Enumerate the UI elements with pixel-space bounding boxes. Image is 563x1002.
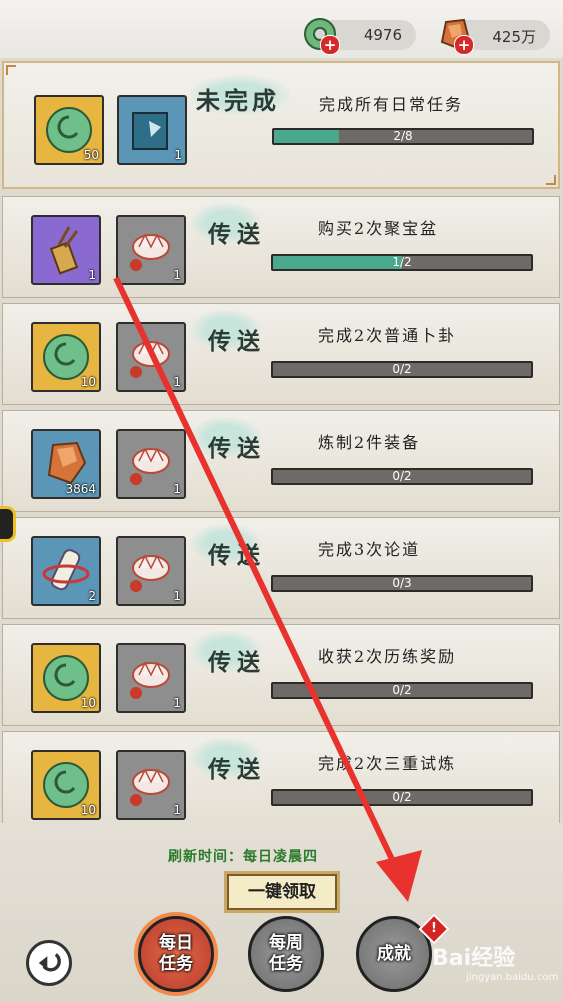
task-row: 10 1 传送 完成2次三重试炼 0/2 (2, 731, 560, 833)
reward-slot[interactable]: 10 (31, 750, 101, 820)
send-button[interactable]: 传送 (208, 643, 266, 677)
lotus-icon (130, 661, 170, 699)
task-row: 1 1 传送 购买2次聚宝盆 1/2 (2, 196, 560, 298)
reward-count: 1 (173, 375, 181, 389)
reward-slot[interactable]: 10 (31, 322, 101, 392)
refresh-time-label: 刷新时间：每日凌晨四 (168, 849, 318, 865)
reward-count: 1 (173, 589, 181, 603)
reward-count: 10 (80, 375, 96, 389)
task-row: 10 1 传送 完成2次普通卜卦 0/2 (2, 303, 560, 405)
reward-count: 1 (88, 268, 96, 282)
corner-ornament (546, 175, 556, 185)
reward-slot[interactable]: 1 (116, 322, 186, 392)
watermark: Bai经验 jingyan.baidu.com (432, 940, 560, 1000)
task-name: 炼制2件装备 (318, 433, 421, 452)
reward-count: 1 (173, 696, 181, 710)
book-scroll-icon (132, 112, 168, 150)
scroll-bottle-icon (42, 549, 90, 591)
jade-currency[interactable]: + 4976 (304, 18, 416, 55)
reward-slot[interactable]: 50 (34, 95, 104, 165)
badge-text: ! (431, 921, 437, 936)
task-row: 2 1 传送 完成3次论道 0/3 (2, 517, 560, 619)
back-button[interactable] (26, 940, 72, 986)
tab-weekly-tasks[interactable]: 每周 任务 (248, 916, 324, 992)
task-row: 10 1 传送 收获2次历练奖励 0/2 (2, 624, 560, 726)
progress-text: 0/2 (392, 469, 412, 483)
back-arrow-icon (38, 953, 61, 972)
lotus-icon (130, 340, 170, 378)
amber-currency[interactable]: + 425万 (440, 18, 550, 55)
summary-task-name: 完成所有日常任务 (319, 95, 464, 114)
reward-slot[interactable]: 1 (116, 429, 186, 499)
summary-progress-bar: 2/8 (272, 128, 534, 145)
send-button[interactable]: 传送 (208, 536, 266, 570)
send-button[interactable]: 传送 (208, 429, 266, 463)
reward-slot[interactable]: 1 (116, 536, 186, 606)
corner-ornament (6, 65, 16, 75)
reward-count: 1 (173, 803, 181, 817)
add-jade-button[interactable]: + (320, 35, 340, 55)
jade-amount: 4976 (363, 26, 402, 44)
tab-daily-label: 每日 任务 (159, 933, 193, 974)
reward-count: 1 (173, 482, 181, 496)
task-row: 3864 1 传送 炼制2件装备 0/2 (2, 410, 560, 512)
send-button[interactable]: 传送 (208, 322, 266, 356)
tab-achievement-label: 成就 (377, 943, 411, 964)
task-progress-bar: 0/2 (271, 789, 533, 806)
tab-daily-tasks[interactable]: 每日 任务 (138, 916, 214, 992)
reward-slot[interactable]: 1 (117, 95, 187, 165)
reward-slot[interactable]: 1 (116, 643, 186, 713)
progress-text: 0/3 (392, 576, 412, 590)
progress-text: 0/2 (392, 362, 412, 376)
task-name: 收获2次历练奖励 (318, 647, 457, 666)
amber-amount: 425万 (492, 28, 536, 46)
reward-slot[interactable]: 1 (116, 215, 186, 285)
daily-summary-card: 50 1 未完成 完成所有日常任务 2/8 (2, 61, 560, 189)
reward-count: 10 (80, 696, 96, 710)
task-name: 完成2次普通卜卦 (318, 326, 457, 345)
task-progress-bar: 0/2 (271, 361, 533, 378)
progress-text: 0/2 (392, 790, 412, 804)
reward-slot[interactable]: 10 (31, 643, 101, 713)
watermark-url: jingyan.baidu.com (466, 972, 559, 983)
task-progress-bar: 0/3 (271, 575, 533, 592)
claim-all-button[interactable]: 一键领取 (224, 871, 340, 913)
reward-count: 1 (173, 268, 181, 282)
tab-weekly-label: 每周 任务 (269, 933, 303, 974)
status-label: 未完成 (196, 86, 280, 115)
reward-count: 3864 (65, 482, 96, 496)
reward-count: 10 (80, 803, 96, 817)
progress-text: 1/2 (392, 255, 412, 269)
task-progress-bar: 0/2 (271, 468, 533, 485)
task-progress-bar: 1/2 (271, 254, 533, 271)
reward-count: 2 (88, 589, 96, 603)
side-handle[interactable] (0, 506, 16, 542)
arrow-quiver-icon (49, 226, 79, 275)
add-amber-button[interactable]: + (454, 35, 474, 55)
progress-text: 2/8 (393, 129, 413, 143)
lotus-icon (130, 233, 170, 271)
task-name: 购买2次聚宝盆 (318, 219, 439, 238)
reward-count: 50 (83, 148, 99, 162)
reward-slot[interactable]: 2 (31, 536, 101, 606)
lotus-icon (130, 554, 170, 592)
task-name: 完成3次论道 (318, 540, 421, 559)
task-name: 完成2次三重试炼 (318, 754, 457, 773)
lotus-icon (130, 447, 170, 485)
watermark-brand: Bai经验 (432, 946, 516, 971)
reward-count: 1 (174, 148, 182, 162)
reward-slot[interactable]: 1 (116, 750, 186, 820)
top-bar: + 4976 + 425万 (0, 0, 563, 58)
lotus-icon (130, 768, 170, 806)
task-progress-bar: 0/2 (271, 682, 533, 699)
send-button[interactable]: 传送 (208, 750, 266, 784)
progress-text: 0/2 (392, 683, 412, 697)
send-button[interactable]: 传送 (208, 215, 266, 249)
reward-slot[interactable]: 1 (31, 215, 101, 285)
reward-slot[interactable]: 3864 (31, 429, 101, 499)
